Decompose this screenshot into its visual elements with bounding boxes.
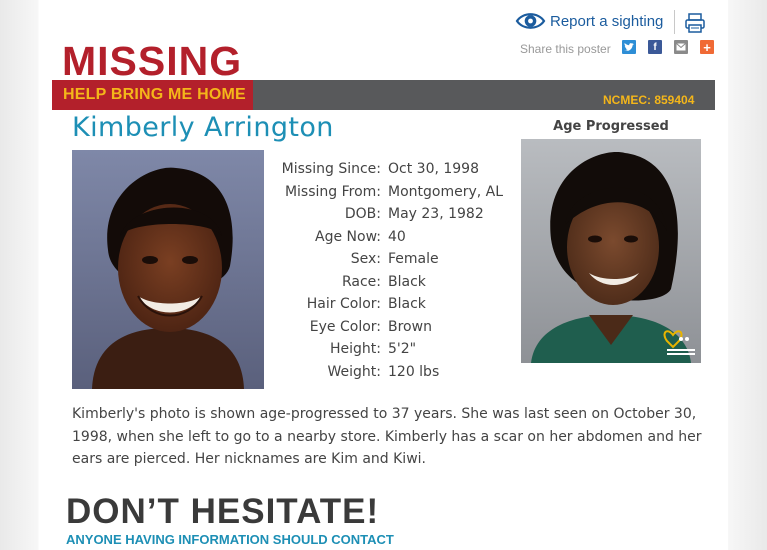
detail-value: Oct 30, 1998 xyxy=(388,161,479,178)
missing-person-photo xyxy=(72,150,264,389)
detail-label: Sex: xyxy=(350,251,381,268)
header-divider xyxy=(674,10,675,34)
missing-title: MISSING xyxy=(62,38,243,84)
detail-row-weight: Weight: 120 lbs xyxy=(258,361,518,384)
detail-row-sex: Sex: Female xyxy=(258,248,518,271)
detail-label: Hair Color: xyxy=(306,296,381,313)
printer-icon xyxy=(685,13,705,33)
detail-label: Height: xyxy=(330,341,381,358)
detail-label: Race: xyxy=(341,273,381,290)
detail-row-age-now: Age Now: 40 xyxy=(258,226,518,249)
cta-headline: DON’T HESITATE! xyxy=(66,492,380,531)
share-email-button[interactable] xyxy=(674,40,688,54)
detail-label: Missing Since: xyxy=(281,161,381,178)
case-description: Kimberly's photo is shown age-progressed… xyxy=(72,406,702,468)
detail-value: Black xyxy=(388,273,426,290)
eye-icon xyxy=(515,13,546,29)
share-poster-label: Share this poster xyxy=(520,42,611,56)
detail-row-missing-since: Missing Since: Oct 30, 1998 xyxy=(258,158,518,181)
share-twitter-button[interactable] xyxy=(622,40,636,54)
detail-row-eye-color: Eye Color: Brown xyxy=(258,316,518,339)
person-details: Missing Since: Oct 30, 1998 Missing From:… xyxy=(258,158,518,383)
detail-value: 40 xyxy=(388,228,406,245)
detail-value: Female xyxy=(388,251,439,268)
more-share-icon: + xyxy=(703,39,711,55)
twitter-icon xyxy=(624,42,634,51)
print-button[interactable] xyxy=(684,12,706,34)
report-sighting-button[interactable]: Report a sighting xyxy=(515,8,663,34)
detail-value: Brown xyxy=(388,318,432,335)
detail-label: Eye Color: xyxy=(309,318,381,335)
share-more-button[interactable]: + xyxy=(700,39,714,55)
facebook-icon: f xyxy=(653,41,657,53)
share-facebook-button[interactable]: f xyxy=(648,40,662,54)
detail-row-hair-color: Hair Color: Black xyxy=(258,293,518,316)
detail-label: DOB: xyxy=(344,206,381,223)
detail-row-race: Race: Black xyxy=(258,271,518,294)
cta-subline: ANYONE HAVING INFORMATION SHOULD CONTACT xyxy=(66,532,394,547)
detail-label: Weight: xyxy=(327,363,382,380)
detail-value: Black xyxy=(388,296,426,313)
detail-row-missing-from: Missing From: Montgomery, AL xyxy=(258,181,518,204)
detail-value: 5'2" xyxy=(388,341,417,358)
detail-value: Montgomery, AL xyxy=(388,183,504,200)
detail-label: Missing From: xyxy=(284,183,381,200)
person-name: Kimberly Arrington xyxy=(72,112,334,143)
detail-row-dob: DOB: May 23, 1982 xyxy=(258,203,518,226)
age-progressed-label: Age Progressed xyxy=(553,119,669,134)
detail-value: 120 lbs xyxy=(388,363,440,380)
detail-value: May 23, 1982 xyxy=(388,206,484,223)
detail-row-height: Height: 5'2" xyxy=(258,338,518,361)
report-sighting-label: Report a sighting xyxy=(550,12,664,30)
case-number: NCMEC: 859404 xyxy=(603,93,695,107)
age-progressed-photo xyxy=(521,139,701,363)
email-icon xyxy=(676,43,686,51)
detail-label: Age Now: xyxy=(315,228,381,245)
banner-subtitle: HELP BRING ME HOME xyxy=(63,86,246,103)
